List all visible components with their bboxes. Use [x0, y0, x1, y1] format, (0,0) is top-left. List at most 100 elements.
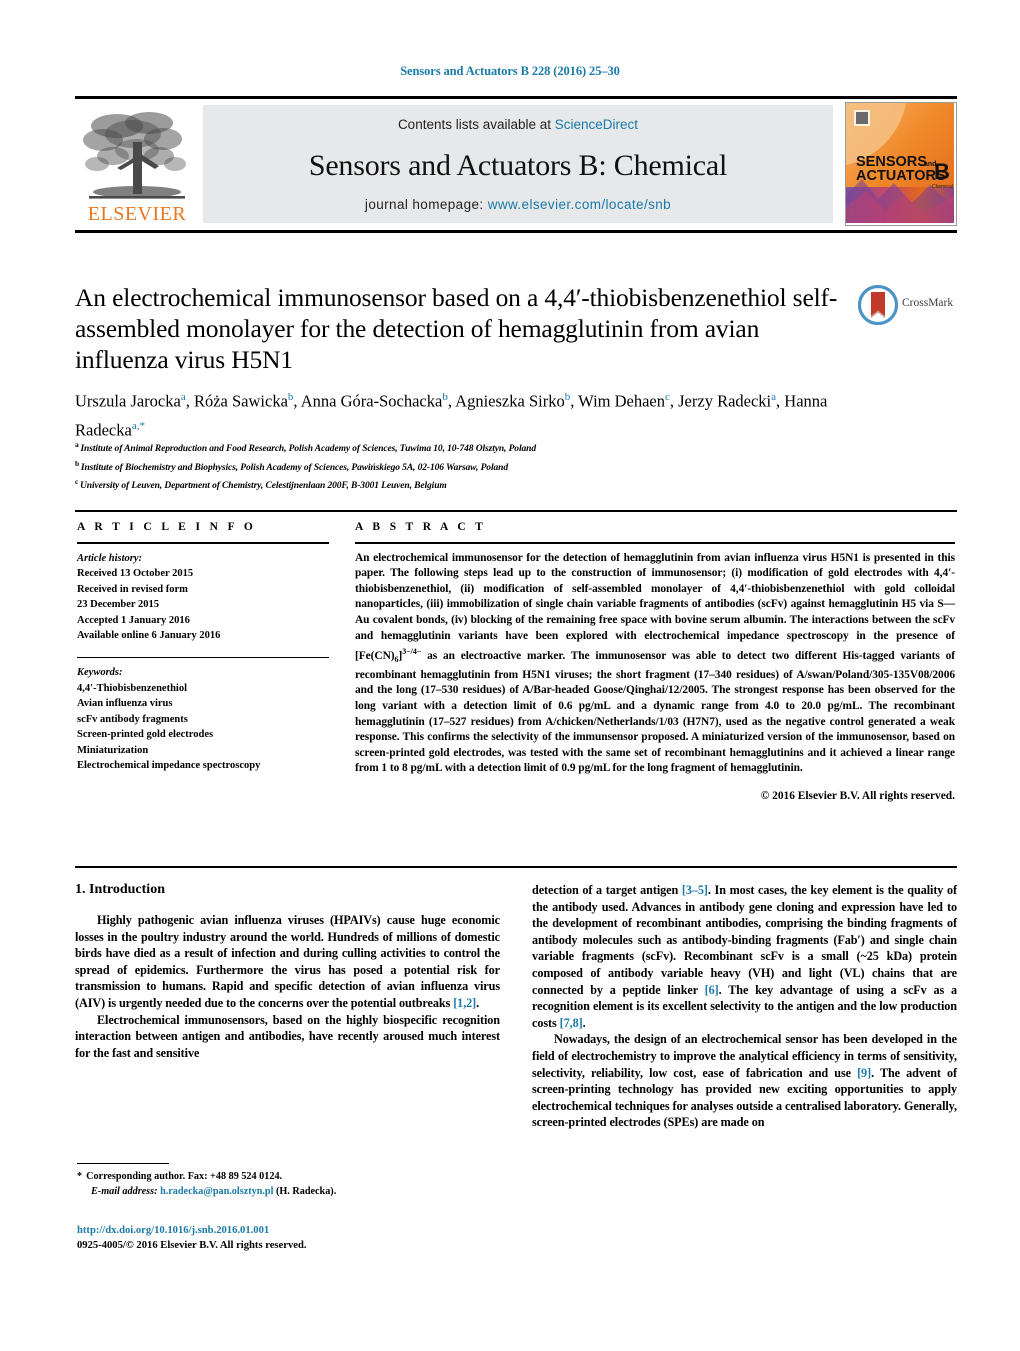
intro-p1-text-a: Highly pathogenic avian influenza viruse… — [75, 913, 500, 1010]
article-info-column: A R T I C L E I N F O Article history: R… — [77, 521, 329, 774]
keywords-rule — [77, 656, 329, 659]
corresponding-author-note: * Corresponding author. Fax: +48 89 524 0… — [77, 1170, 507, 1199]
article-info-heading: A R T I C L E I N F O — [77, 521, 257, 533]
crossmark-icon — [857, 284, 899, 326]
corresponding-author-text: Corresponding author. Fax: +48 89 524 01… — [86, 1171, 283, 1182]
article-history-item: 23 December 2015 — [77, 599, 160, 611]
title-block: An electrochemical immunosensor based on… — [75, 282, 845, 375]
running-head: Sensors and Actuators B 228 (2016) 25–30 — [400, 64, 620, 78]
article-history-group: Article history: Received 13 October 201… — [77, 551, 329, 644]
sciencedirect-link[interactable]: ScienceDirect — [555, 117, 638, 132]
keyword-item[interactable]: Electrochemical impedance spectroscopy — [77, 758, 329, 774]
email-label: E-mail address: — [91, 1185, 158, 1197]
article-history-lines: Received 13 October 2015 Received in revi… — [77, 566, 329, 644]
email-suffix: (H. Radecka). — [275, 1185, 337, 1197]
affiliation-text: Institute of Biochemistry and Biophysics… — [80, 462, 508, 473]
abstract-rule — [355, 542, 955, 544]
homepage-link[interactable]: www.elsevier.com/locate/snb — [488, 197, 671, 212]
citation-ref-9[interactable]: [9] — [857, 1066, 871, 1080]
svg-text:B: B — [934, 159, 950, 184]
introduction-heading: 1. Introduction — [75, 882, 165, 897]
author-name[interactable]: Wim Dehaen — [578, 392, 665, 411]
affiliation-line: a Institute of Animal Reproduction and F… — [75, 438, 875, 457]
article-history-item: Received 13 October 2015 — [77, 568, 194, 580]
footnote-rule — [77, 1163, 169, 1165]
email-line: E-mail address: h.radecka@pan.olsztyn.pl… — [77, 1185, 507, 1200]
page-title: An electrochemical immunosensor based on… — [75, 283, 838, 374]
elsevier-logo: ELSEVIER — [77, 104, 197, 226]
abstract-body: An electrochemical immunosensor for the … — [355, 551, 955, 777]
footnote-asterisk: * — [77, 1171, 83, 1182]
author-name[interactable]: Agnieszka Sirko — [455, 392, 565, 411]
author-name[interactable]: Anna Góra-Sochacka — [301, 392, 443, 411]
abstract-part-1: An electrochemical immunosensor for the … — [355, 551, 955, 662]
journal-cover-art-icon: SENSORS and ACTUATORS B Chemical — [846, 103, 954, 223]
author-list: Urszula Jarockaa, Róża Sawickab, Anna Gó… — [75, 385, 875, 442]
abstract-superscript: 3−/4− — [402, 647, 422, 657]
keywords-group: Keywords: 4,4′-Thiobisbenzenethiol Avian … — [77, 665, 329, 774]
author-separator: , — [570, 391, 579, 411]
intro-p1-text-b: . — [476, 995, 480, 1010]
affiliation-line: b Institute of Biochemistry and Biophysi… — [75, 457, 875, 476]
keyword-item[interactable]: Avian influenza virus — [77, 696, 329, 712]
author-separator: , — [185, 391, 194, 411]
homepage-prefix: journal homepage: — [364, 197, 488, 212]
body-section-top-rule — [75, 866, 957, 868]
masthead-bottom-rule — [75, 230, 957, 233]
body-column-left: 1. Introduction Highly pathogenic avian … — [75, 882, 500, 1061]
author-separator: , — [669, 391, 679, 411]
abstract-column: A B S T R A C T An electrochemical immun… — [355, 521, 955, 802]
svg-text:ACTUATORS: ACTUATORS — [856, 168, 946, 184]
doi-block: http://dx.doi.org/10.1016/j.snb.2016.01.… — [77, 1223, 507, 1253]
keyword-item[interactable]: Screen-printed gold electrodes — [77, 727, 329, 743]
svg-text:Chemical: Chemical — [932, 184, 953, 190]
journal-homepage-line: journal homepage: www.elsevier.com/locat… — [203, 197, 833, 212]
intro-paragraph-3: detection of a target antigen [3–5]. In … — [532, 882, 957, 1031]
citation-ref-3-5[interactable]: [3–5] — [682, 883, 708, 897]
contents-lists-line: Contents lists available at ScienceDirec… — [203, 117, 833, 132]
info-section-top-rule — [75, 510, 957, 512]
citation-ref-1-2[interactable]: [1,2] — [453, 996, 476, 1010]
author-separator: , — [293, 391, 301, 411]
abstract-part-3: as an electroactive marker. The immunose… — [355, 649, 955, 775]
intro-paragraph-2: Electrochemical immunosensors, based on … — [75, 1012, 500, 1060]
citation-ref-7-8[interactable]: [7,8] — [560, 1016, 583, 1030]
elsevier-tree-icon — [83, 112, 186, 199]
corresponding-author-line: * Corresponding author. Fax: +48 89 524 0… — [77, 1170, 507, 1185]
paper-page: Sensors and Actuators B 228 (2016) 25–30 — [0, 0, 1020, 1351]
author-affiliation-mark: a,* — [131, 419, 145, 432]
article-history-item: Accepted 1 January 2016 — [77, 614, 190, 626]
journal-banner: Contents lists available at ScienceDirec… — [203, 105, 833, 223]
keyword-item[interactable]: scFv antibody fragments — [77, 712, 329, 728]
intro-paragraph-4: Nowadays, the design of an electrochemic… — [532, 1031, 957, 1131]
elsevier-wordmark: ELSEVIER — [87, 203, 187, 225]
intro-p3-text-a: detection of a target antigen — [532, 883, 682, 897]
body-column-right: detection of a target antigen [3–5]. In … — [532, 882, 957, 1131]
abstract-copyright: © 2016 Elsevier B.V. All rights reserved… — [760, 789, 955, 802]
doi-link[interactable]: http://dx.doi.org/10.1016/j.snb.2016.01.… — [77, 1223, 507, 1238]
intro-p3-text-d: . — [582, 1015, 586, 1030]
citation-ref-6[interactable]: [6] — [705, 983, 719, 997]
affiliation-line: c University of Leuven, Department of Ch… — [75, 475, 875, 494]
issn-text: 0925-4005/ — [77, 1240, 126, 1251]
journal-title: Sensors and Actuators B: Chemical — [308, 149, 728, 182]
issn-copyright-line: 0925-4005/© 2016 Elsevier B.V. All right… — [77, 1238, 507, 1253]
intro-p3-text-b: . In most cases, the key element is the … — [532, 883, 958, 997]
contents-lists-prefix: Contents lists available at — [397, 117, 555, 132]
author-name[interactable]: Róża Sawicka — [194, 392, 288, 411]
affiliation-text: Institute of Animal Reproduction and Foo… — [80, 444, 536, 455]
article-history-label: Article history: — [77, 552, 143, 564]
journal-cover-thumbnail: SENSORS and ACTUATORS B Chemical — [845, 102, 957, 226]
masthead-top-rule — [75, 96, 957, 99]
article-info-rule — [77, 542, 329, 544]
crossmark-badge[interactable]: CrossMark — [857, 284, 958, 327]
keyword-item[interactable]: Miniaturization — [77, 743, 329, 759]
keyword-item[interactable]: 4,4′-Thiobisbenzenethiol — [77, 681, 329, 697]
abstract-heading: A B S T R A C T — [355, 521, 487, 533]
author-name[interactable]: Jerzy Radecki — [678, 392, 771, 411]
email-link[interactable]: h.radecka@pan.olsztyn.pl — [160, 1186, 273, 1197]
keywords-label: Keywords: — [77, 667, 123, 679]
journal-masthead: ELSEVIER Contents lists available at Sci… — [75, 96, 957, 233]
keyword-lines: 4,4′-Thiobisbenzenethiol Avian influenza … — [77, 681, 329, 774]
author-name[interactable]: Urszula Jarocka — [75, 392, 181, 411]
